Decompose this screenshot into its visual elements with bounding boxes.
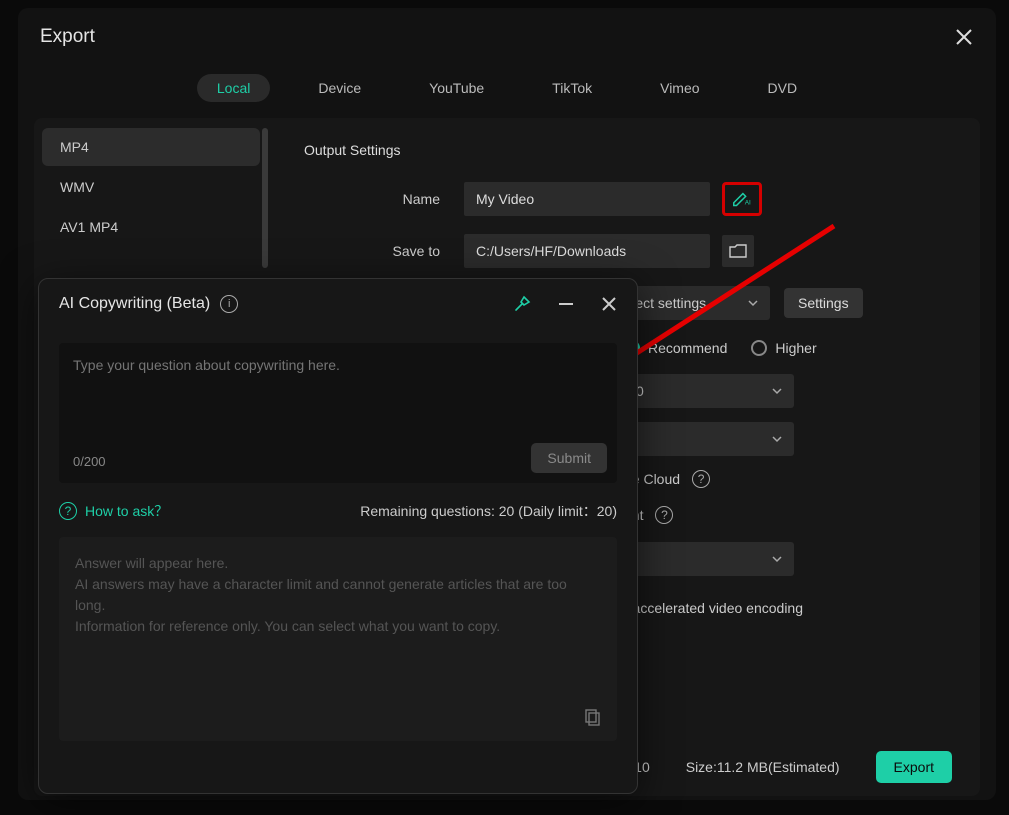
name-input[interactable] [464, 182, 710, 216]
chevron-down-icon [772, 386, 782, 396]
ai-copywriting-popup: AI Copywriting (Beta) i 0/200 Submit ? H… [38, 278, 638, 794]
select-2[interactable] [624, 542, 794, 576]
chevron-down-icon [772, 434, 782, 444]
help-icon[interactable]: ? [655, 506, 673, 524]
name-label: Name [304, 191, 464, 207]
howto-link[interactable]: ? How to ask？ [59, 501, 168, 521]
cloud-row: he Cloud ? [624, 470, 944, 488]
export-tabs: Local Device YouTube TikTok Vimeo DVD [18, 74, 996, 102]
saveto-input[interactable] [464, 234, 710, 268]
pin-icon[interactable] [513, 295, 531, 313]
format-wmv[interactable]: WMV [42, 168, 260, 206]
light-row: ght ? [624, 506, 944, 524]
answer-box: Answer will appear here. AI answers may … [59, 537, 617, 741]
export-button[interactable]: Export [876, 751, 952, 783]
svg-text:AI: AI [745, 200, 751, 207]
ai-popup-header: AI Copywriting (Beta) i [59, 295, 617, 313]
ai-name-highlight: AI [722, 182, 762, 216]
output-settings-title: Output Settings [304, 142, 944, 158]
tab-local[interactable]: Local [197, 74, 270, 102]
encoding-label: ) accelerated video encoding [624, 600, 944, 616]
radio-higher-label: Higher [775, 340, 816, 356]
ai-pencil-icon[interactable]: AI [731, 189, 753, 209]
question-box: 0/200 Submit [59, 343, 617, 483]
howto-row: ? How to ask？ Remaining questions: 20 (D… [59, 501, 617, 521]
tab-device[interactable]: Device [298, 74, 381, 102]
name-row: Name AI [304, 182, 944, 216]
info-icon[interactable]: i [220, 295, 238, 313]
quality-radio-row: Recommend Higher [624, 340, 944, 356]
modal-header: Export [18, 8, 996, 56]
chevron-down-icon [748, 298, 758, 308]
answer-placeholder-1: Answer will appear here. [75, 553, 601, 574]
radio-recommend[interactable]: Recommend [624, 340, 727, 356]
close-icon[interactable] [954, 27, 974, 47]
tab-youtube[interactable]: YouTube [409, 74, 504, 102]
radio-higher[interactable]: Higher [751, 340, 816, 356]
remaining-label: Remaining questions: 20 (Daily limit：20) [360, 501, 617, 521]
settings-button[interactable]: Settings [784, 288, 863, 318]
select-0[interactable]: 0 [624, 374, 794, 408]
radio-higher-circle [751, 340, 767, 356]
saveto-row: Save to [304, 234, 944, 268]
saveto-label: Save to [304, 243, 464, 259]
tab-tiktok[interactable]: TikTok [532, 74, 612, 102]
tab-dvd[interactable]: DVD [748, 74, 818, 102]
char-count: 0/200 [73, 454, 106, 469]
radio-recommend-label: Recommend [648, 340, 727, 356]
howto-label: How to ask？ [85, 501, 168, 521]
question-input[interactable] [73, 357, 603, 443]
answer-placeholder-2: AI answers may have a character limit an… [75, 574, 601, 616]
copy-icon[interactable] [585, 709, 603, 727]
folder-icon[interactable] [722, 235, 754, 267]
footer-size: Size:11.2 MB(Estimated) [686, 759, 840, 775]
format-av1mp4[interactable]: AV1 MP4 [42, 208, 260, 246]
preset-row: project settings Settings [600, 286, 944, 320]
close-icon[interactable] [601, 296, 617, 312]
help-icon[interactable]: ? [692, 470, 710, 488]
minimize-icon[interactable] [559, 303, 573, 305]
select-1[interactable] [624, 422, 794, 456]
submit-button[interactable]: Submit [531, 443, 607, 473]
modal-title: Export [40, 26, 95, 48]
help-icon: ? [59, 502, 77, 520]
tab-vimeo[interactable]: Vimeo [640, 74, 719, 102]
chevron-down-icon [772, 554, 782, 564]
format-mp4[interactable]: MP4 [42, 128, 260, 166]
answer-placeholder-3: Information for reference only. You can … [75, 616, 601, 637]
ai-popup-title: AI Copywriting (Beta) [59, 295, 210, 313]
